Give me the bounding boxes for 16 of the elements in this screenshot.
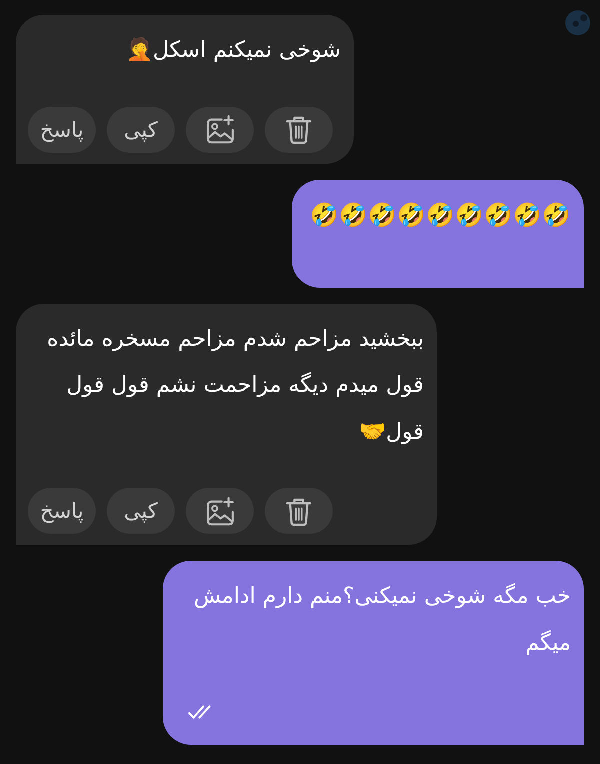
add-image-button[interactable] — [186, 106, 254, 152]
copy-button[interactable]: کپی — [107, 106, 175, 152]
delete-button[interactable] — [265, 488, 333, 534]
image-add-icon — [206, 115, 234, 144]
message-text: 🤣🤣🤣🤣🤣🤣🤣🤣🤣 — [309, 202, 571, 230]
copy-button[interactable]: کپی — [107, 488, 175, 534]
message-text: شوخی نمیکنم اسکل🤦 — [125, 36, 341, 65]
reply-button[interactable]: پاسخ — [28, 106, 96, 152]
reply-button[interactable]: پاسخ — [28, 488, 96, 534]
delete-button[interactable] — [265, 106, 333, 152]
image-add-icon — [206, 496, 234, 526]
add-image-button[interactable] — [186, 488, 254, 534]
message-text: ببخشید مزاحم شدم مزاحم مسخره مائده قول میدم دیگه مزاحمت نشم قول قول قول🤝 — [46, 326, 424, 446]
disc-icon — [565, 10, 591, 36]
message-text: خب مگه شوخی نمیکنی؟منم دارم ادامش میگم — [193, 582, 571, 658]
trash-icon — [286, 114, 312, 145]
